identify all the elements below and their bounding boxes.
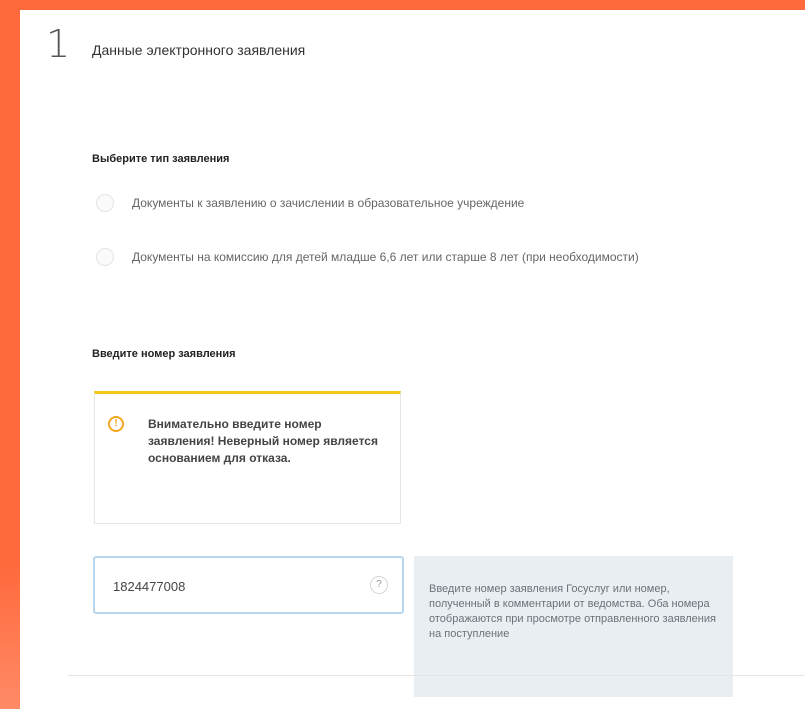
radio-option-enrollment[interactable]: Документы к заявлению о зачислении в обр…: [96, 194, 524, 212]
tooltip-text: Введите номер заявления Госуслуг или ном…: [429, 583, 716, 640]
application-number-heading: Введите номер заявления: [92, 348, 236, 360]
step-title: Данные электронного заявления: [92, 42, 306, 58]
form-card: 1 Данные электронного заявления Выберите…: [20, 10, 805, 709]
radio-button[interactable]: [96, 248, 114, 266]
radio-option-commission[interactable]: Документы на комиссию для детей младше 6…: [96, 248, 639, 266]
radio-label: Документы к заявлению о зачислении в обр…: [132, 196, 525, 210]
application-number-input[interactable]: [111, 558, 355, 614]
radio-button[interactable]: [96, 194, 114, 212]
warning-icon: !: [108, 416, 124, 432]
warning-text: Внимательно введите номер заявления! Нев…: [148, 417, 378, 465]
application-number-field[interactable]: ?: [93, 556, 404, 614]
warning-box: ! Внимательно введите номер заявления! Н…: [94, 391, 401, 524]
radio-label: Документы на комиссию для детей младше 6…: [132, 250, 639, 264]
application-type-heading: Выберите тип заявления: [92, 153, 230, 165]
help-icon[interactable]: ?: [370, 576, 388, 594]
orange-left-edge: [0, 0, 22, 709]
section-divider: [68, 675, 805, 676]
step-number: 1: [46, 22, 71, 66]
